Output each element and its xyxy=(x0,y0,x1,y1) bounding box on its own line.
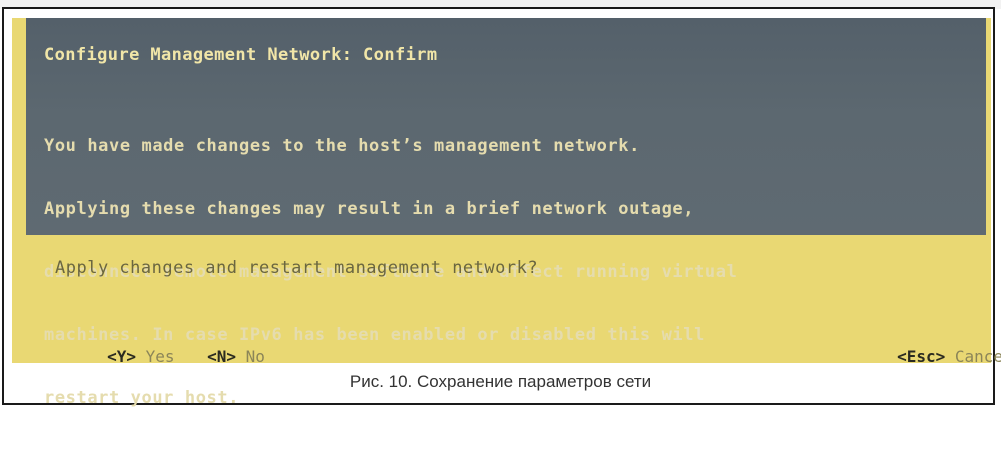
esc-key-hint: <Esc> xyxy=(897,347,946,366)
dialog-title: Configure Management Network: Confirm xyxy=(44,45,438,65)
cancel-label: Cancel xyxy=(954,347,1001,366)
dialog-message-line: You have made changes to the host’s mana… xyxy=(44,136,640,156)
console-screen: Configure Management Network: Confirm Yo… xyxy=(12,18,1001,408)
figure-frame: Configure Management Network: Confirm Yo… xyxy=(2,7,1001,408)
no-label: No xyxy=(245,347,265,366)
dialog-message-line: Applying these changes may result in a b… xyxy=(44,199,695,219)
confirm-prompt: Apply changes and restart management net… xyxy=(55,258,539,278)
figure-caption: Рис. 10. Сохранение параметров сети xyxy=(349,372,652,391)
no-key-hint: <N> xyxy=(207,347,236,366)
page: Configure Management Network: Confirm Yo… xyxy=(0,0,1001,412)
